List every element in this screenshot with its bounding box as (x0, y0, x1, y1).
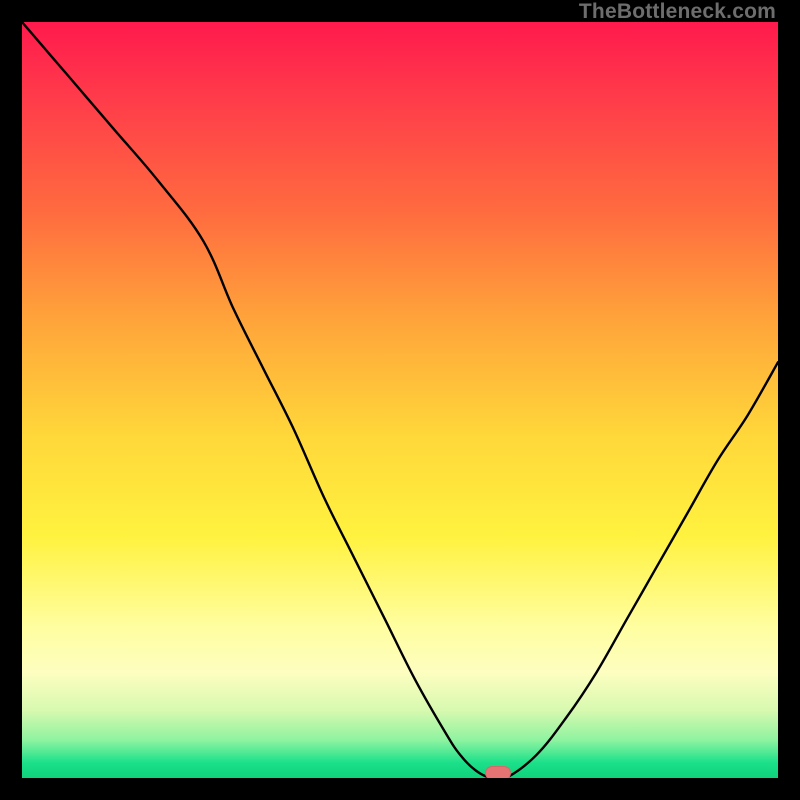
plot-area (22, 22, 778, 778)
optimal-marker (485, 766, 511, 778)
bottleneck-curve (22, 22, 778, 778)
watermark-text: TheBottleneck.com (579, 0, 776, 24)
chart-frame: TheBottleneck.com (0, 0, 800, 800)
